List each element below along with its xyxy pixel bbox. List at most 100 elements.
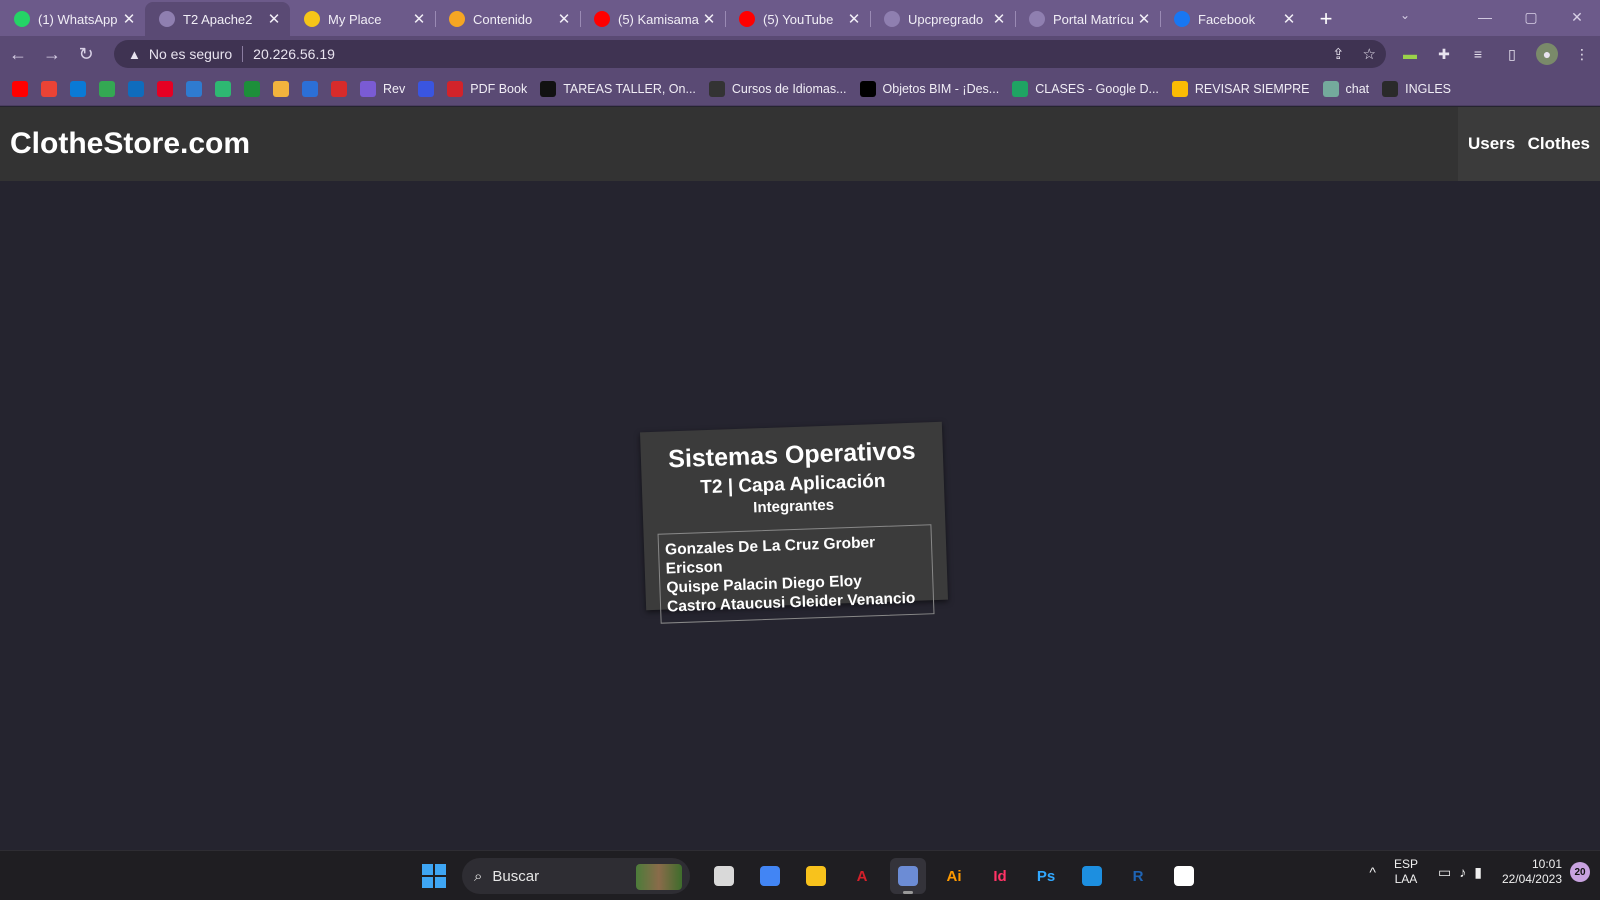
volume-icon[interactable]: ♪ bbox=[1459, 864, 1466, 880]
bookmark-item[interactable]: CLASES - Google D... bbox=[1012, 80, 1159, 97]
profile-avatar[interactable]: ● bbox=[1536, 43, 1558, 65]
vuetify-icon bbox=[215, 80, 231, 97]
close-tab-icon[interactable]: ✕ bbox=[121, 10, 137, 28]
bookmark-label: TAREAS TALLER, On... bbox=[563, 81, 696, 96]
bookmark-item[interactable] bbox=[186, 80, 202, 97]
side-panel-icon[interactable]: ▯ bbox=[1502, 44, 1522, 64]
bookmark-item[interactable] bbox=[12, 80, 28, 97]
chatgpt-icon bbox=[1322, 80, 1339, 97]
close-window-button[interactable]: ✕ bbox=[1554, 0, 1600, 34]
bookmark-item[interactable] bbox=[302, 80, 318, 97]
chrome-icon[interactable] bbox=[752, 858, 788, 894]
taskbar: ⌕ Buscar A Ai Id Ps R ^ ESP LAA ▭ ♪ ▮ 10:01 … bbox=[0, 850, 1600, 900]
browser-tab[interactable]: Facebook ✕ bbox=[1160, 2, 1305, 36]
bookmark-item[interactable] bbox=[99, 80, 115, 97]
menu-kebab-icon[interactable]: ⋮ bbox=[1572, 44, 1592, 64]
forward-button[interactable]: → bbox=[36, 38, 68, 70]
close-tab-icon[interactable]: ✕ bbox=[266, 10, 282, 28]
heart-icon bbox=[304, 11, 320, 27]
extension-monitor-icon[interactable]: ▬ bbox=[1400, 44, 1420, 64]
close-tab-icon[interactable]: ✕ bbox=[411, 10, 427, 28]
globe-icon bbox=[884, 11, 900, 27]
app-icon-glyph bbox=[1082, 866, 1102, 886]
clock[interactable]: 10:01 22/04/2023 bbox=[1502, 857, 1562, 887]
close-tab-icon[interactable]: ✕ bbox=[1281, 10, 1297, 28]
reload-button[interactable]: ↻ bbox=[70, 38, 102, 70]
tab-search-chevron-icon[interactable]: ⌄ bbox=[1400, 8, 1410, 22]
network-icon[interactable]: ▭ bbox=[1438, 864, 1451, 881]
bookmark-item[interactable]: INGLES bbox=[1382, 80, 1452, 97]
close-tab-icon[interactable]: ✕ bbox=[556, 10, 572, 28]
address-bar[interactable]: ▲ No es seguro 20.226.56.19 ⇪ ☆ bbox=[114, 40, 1386, 68]
bookmark-item[interactable] bbox=[244, 80, 260, 97]
site-brand[interactable]: ClotheStore.com bbox=[10, 127, 250, 161]
battery-icon[interactable]: ▮ bbox=[1474, 864, 1482, 881]
close-tab-icon[interactable]: ✕ bbox=[1136, 10, 1152, 28]
browser-tab[interactable]: Contenido ✕ bbox=[435, 2, 580, 36]
close-tab-icon[interactable]: ✕ bbox=[846, 10, 862, 28]
bookmark-item[interactable] bbox=[157, 80, 173, 97]
illustrator-icon[interactable]: Ai bbox=[936, 858, 972, 894]
game-icon bbox=[244, 80, 260, 97]
bookmark-item[interactable] bbox=[41, 80, 57, 97]
rhino-icon[interactable] bbox=[1166, 858, 1202, 894]
bookmark-label: Objetos BIM - ¡Des... bbox=[882, 81, 1000, 96]
maximize-button[interactable]: ▢ bbox=[1508, 0, 1554, 34]
security-label: No es seguro bbox=[148, 46, 233, 62]
new-tab-button[interactable]: + bbox=[1311, 2, 1341, 36]
bookmark-item[interactable] bbox=[418, 80, 435, 97]
bookmark-item[interactable] bbox=[215, 80, 231, 97]
extensions-puzzle-icon[interactable]: ✚ bbox=[1434, 44, 1454, 64]
bookmark-item[interactable] bbox=[273, 80, 289, 97]
bookmark-item[interactable]: REVISAR SIEMPRE bbox=[1171, 80, 1310, 97]
address-divider bbox=[242, 46, 244, 62]
browser-tab[interactable]: Upcpregrado ✕ bbox=[870, 2, 1015, 36]
file-explorer-icon[interactable] bbox=[798, 858, 834, 894]
share-icon[interactable]: ⇪ bbox=[1332, 45, 1345, 63]
bookmark-item[interactable]: Objetos BIM - ¡Des... bbox=[859, 80, 1000, 97]
tab-title: (5) YouTube bbox=[763, 11, 834, 27]
input-language[interactable]: ESP LAA bbox=[1394, 857, 1418, 887]
sketchup-icon[interactable] bbox=[1074, 858, 1110, 894]
browser-tab[interactable]: Portal Matrícu ✕ bbox=[1015, 2, 1160, 36]
browser-tab[interactable]: (5) YouTube ✕ bbox=[725, 2, 870, 36]
url-text[interactable]: 20.226.56.19 bbox=[253, 46, 335, 62]
photoshop-icon[interactable]: Ps bbox=[1028, 858, 1064, 894]
close-tab-icon[interactable]: ✕ bbox=[701, 10, 717, 28]
tab-title: Contenido bbox=[473, 11, 533, 27]
bookmark-item[interactable]: PDF Book bbox=[447, 80, 527, 97]
taskbar-search[interactable]: ⌕ Buscar bbox=[462, 858, 690, 894]
bookmark-item[interactable]: Rev bbox=[360, 80, 405, 97]
bookmark-item[interactable] bbox=[128, 80, 144, 97]
browser-tab[interactable]: T2 Apache2 ✕ bbox=[145, 2, 290, 36]
task-view-icon[interactable] bbox=[706, 858, 742, 894]
bookmark-label: INGLES bbox=[1405, 81, 1452, 96]
browser-tab[interactable]: (1) WhatsApp ✕ bbox=[0, 2, 145, 36]
indesign-icon[interactable]: Id bbox=[982, 858, 1018, 894]
notification-badge[interactable]: 20 bbox=[1570, 862, 1590, 882]
bookmark-item[interactable] bbox=[331, 80, 347, 97]
browser-tab[interactable]: (5) Kamisama ✕ bbox=[580, 2, 725, 36]
onedrive-icon bbox=[70, 80, 86, 97]
revit-icon[interactable]: R bbox=[1120, 858, 1156, 894]
bookmark-item[interactable]: Cursos de Idiomas... bbox=[708, 80, 847, 97]
media-queue-icon[interactable]: ≡ bbox=[1468, 44, 1488, 64]
bookmark-item[interactable] bbox=[70, 80, 86, 97]
tray-overflow-chevron-icon[interactable]: ^ bbox=[1369, 864, 1376, 880]
minimize-button[interactable]: — bbox=[1462, 0, 1508, 34]
bookmark-item[interactable]: chat bbox=[1322, 80, 1369, 97]
browser-tab[interactable]: My Place ✕ bbox=[290, 2, 435, 36]
close-tab-icon[interactable]: ✕ bbox=[991, 10, 1007, 28]
bookmark-item[interactable]: TAREAS TALLER, On... bbox=[540, 80, 696, 97]
windows-start-icon[interactable] bbox=[416, 858, 452, 894]
bookmark-star-icon[interactable]: ☆ bbox=[1363, 45, 1376, 63]
nav-link-clothes[interactable]: Clothes bbox=[1528, 134, 1590, 154]
maps-icon bbox=[99, 80, 115, 97]
back-button[interactable]: ← bbox=[2, 38, 34, 70]
tab-title: Upcpregrado bbox=[908, 11, 984, 27]
youtube-icon bbox=[739, 11, 755, 27]
tab-list: (1) WhatsApp ✕ T2 Apache2 ✕ My Place ✕ Conteni… bbox=[0, 2, 1305, 36]
acrobat-icon[interactable]: A bbox=[844, 858, 880, 894]
nav-link-users[interactable]: Users bbox=[1468, 134, 1515, 154]
snipping-tool-icon[interactable] bbox=[890, 858, 926, 894]
